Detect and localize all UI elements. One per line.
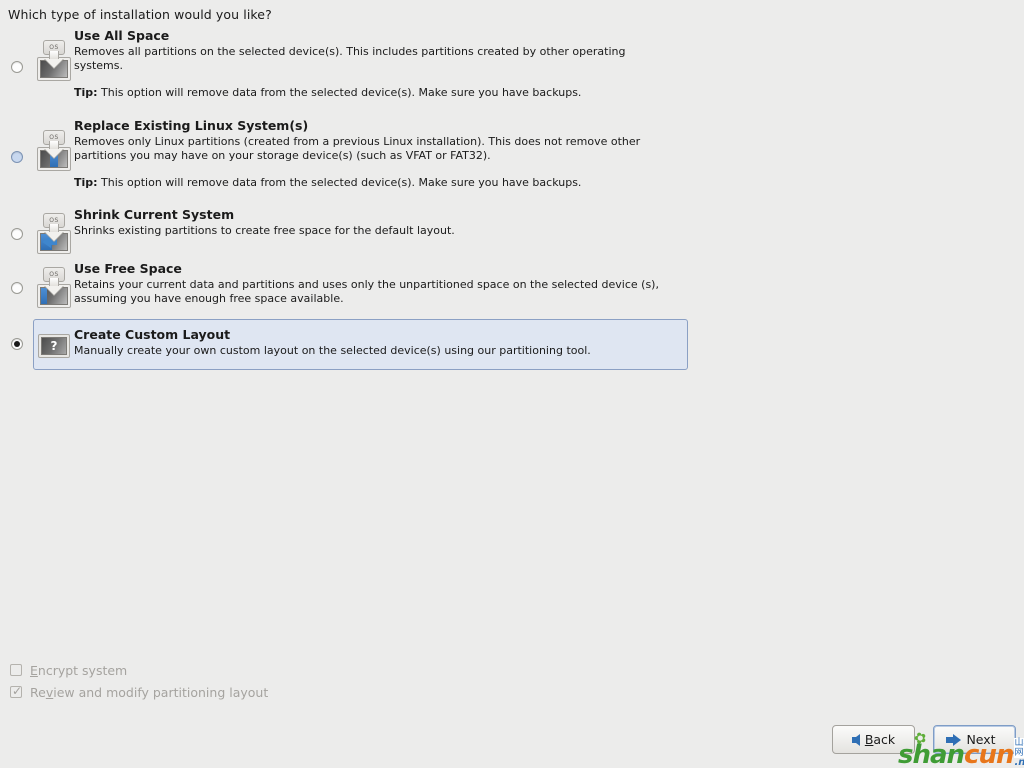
arrow-right-icon <box>946 733 962 746</box>
next-button-label: Next <box>966 732 996 747</box>
radio-cell <box>0 319 34 350</box>
option-text: Shrink Current System Shrinks existing p… <box>74 207 1024 238</box>
option-description: Removes only Linux partitions (created f… <box>74 135 641 162</box>
disk-os-arrow-blue-middle-icon: OS <box>36 130 72 172</box>
option-tip-text: This option will remove data from the se… <box>101 176 582 189</box>
radio-shrink-current-system[interactable] <box>11 228 23 240</box>
option-description: Shrinks existing partitions to create fr… <box>74 224 455 237</box>
disk-os-arrow-blue-left-bar-icon: OS <box>36 267 72 309</box>
checkbox-row-review-modify-partitioning[interactable]: Review and modify partitioning layout <box>10 681 268 703</box>
option-tip: Tip: This option will remove data from t… <box>74 86 1004 100</box>
options-checkbox-group: Encrypt system Review and modify partiti… <box>10 659 268 703</box>
page-title: Which type of installation would you lik… <box>8 7 272 22</box>
option-title: Use All Space <box>74 28 170 43</box>
arrow-left-icon <box>851 733 860 746</box>
radio-use-free-space[interactable] <box>11 282 23 294</box>
option-description: Removes all partitions on the selected d… <box>74 45 626 72</box>
option-description: Retains your current data and partitions… <box>74 278 659 305</box>
option-tip-label: Tip: <box>74 176 98 189</box>
option-row-use-free-space[interactable]: OS Use Free Space Retains your current d… <box>0 261 1024 319</box>
option-row-use-all-space[interactable]: OS Use All Space Removes all partitions … <box>0 28 1024 118</box>
radio-cell <box>0 261 34 294</box>
icon-cell: OS <box>34 261 74 309</box>
option-title: Use Free Space <box>74 261 182 276</box>
question-mark-disk-icon: ? <box>38 334 70 358</box>
radio-cell <box>0 28 34 73</box>
option-title: Create Custom Layout <box>74 327 231 342</box>
option-tip-label: Tip: <box>74 86 98 99</box>
option-title: Shrink Current System <box>74 207 235 222</box>
option-text: Replace Existing Linux System(s) Removes… <box>74 118 1024 190</box>
next-button[interactable]: Next <box>933 725 1016 754</box>
back-button[interactable]: Back <box>832 725 915 754</box>
option-tip-text: This option will remove data from the se… <box>101 86 582 99</box>
option-tip: Tip: This option will remove data from t… <box>74 176 1004 190</box>
checkbox-label-encrypt-system: Encrypt system <box>30 662 128 678</box>
disk-os-arrow-blue-left-arrow-icon: OS <box>36 213 72 255</box>
watermark-domain: .net <box>1014 757 1024 768</box>
question-mark-glyph: ? <box>41 337 67 355</box>
installation-options-list: OS Use All Space Removes all partitions … <box>0 28 1024 379</box>
disk-os-arrow-icon: OS <box>36 40 72 82</box>
option-row-replace-existing-linux[interactable]: OS Replace Existing Linux System(s) Remo… <box>0 118 1024 207</box>
radio-replace-existing-linux[interactable] <box>11 151 23 163</box>
option-text: Use All Space Removes all partitions on … <box>74 28 1024 100</box>
checkbox-review-modify-partitioning[interactable] <box>10 683 23 699</box>
checkbox-row-encrypt-system[interactable]: Encrypt system <box>10 659 268 681</box>
radio-create-custom-layout[interactable] <box>11 338 23 350</box>
option-title: Replace Existing Linux System(s) <box>74 118 309 133</box>
icon-cell: OS <box>34 207 74 255</box>
checkbox-encrypt-system[interactable] <box>10 664 22 676</box>
back-button-label: Back <box>864 732 896 747</box>
option-description: Manually create your own custom layout o… <box>74 344 591 357</box>
navigation-button-bar: Back Next <box>832 725 1016 754</box>
radio-cell <box>0 118 34 163</box>
option-row-create-custom-layout[interactable]: ? Create Custom Layout Manually create y… <box>0 319 1024 379</box>
installation-type-page: Which type of installation would you lik… <box>0 0 1024 768</box>
option-row-shrink-current-system[interactable]: OS Shrink Current System Shrinks existin… <box>0 207 1024 261</box>
option-text: Create Custom Layout Manually create you… <box>74 319 1024 358</box>
radio-cell <box>0 207 34 240</box>
icon-cell: ? <box>34 319 74 358</box>
icon-cell: OS <box>34 28 74 82</box>
checkbox-label-review-modify-partitioning: Review and modify partitioning layout <box>30 684 269 700</box>
icon-cell: OS <box>34 118 74 172</box>
option-text: Use Free Space Retains your current data… <box>74 261 1024 306</box>
radio-use-all-space[interactable] <box>11 61 23 73</box>
